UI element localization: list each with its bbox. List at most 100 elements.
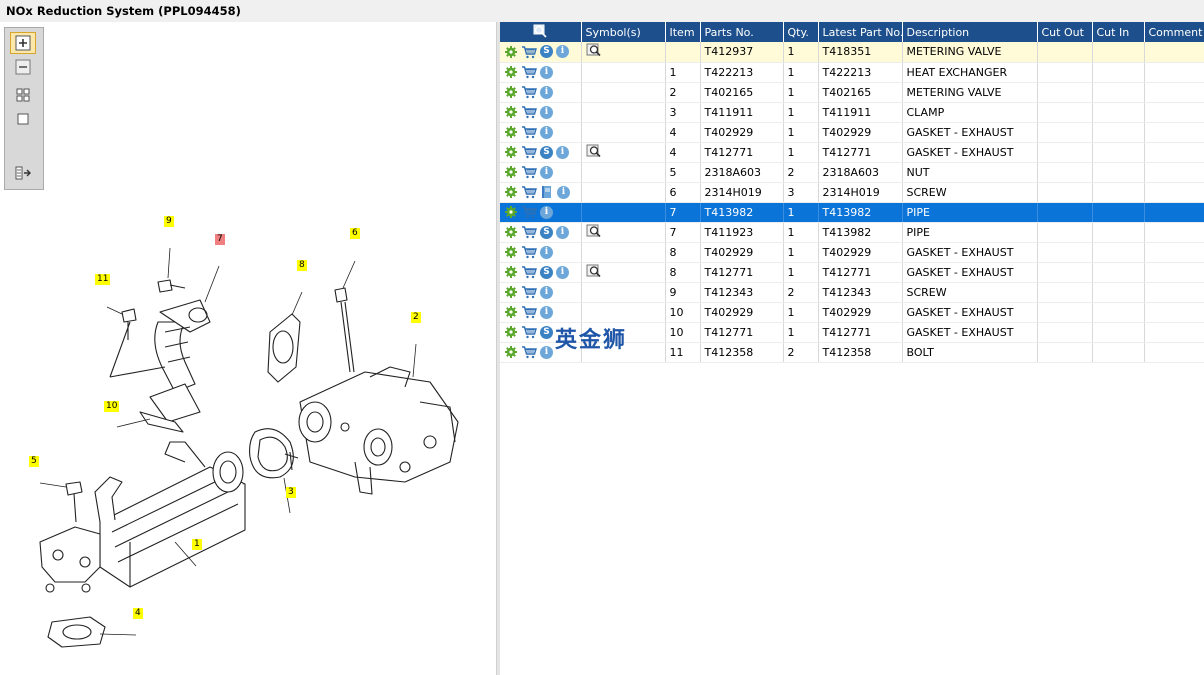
table-row[interactable]: i 4 T402929 1 T402929 GASKET - EXHAUST: [500, 122, 1204, 143]
quantity-cell: 1: [783, 302, 819, 323]
cart-icon[interactable]: [521, 245, 537, 259]
info-icon[interactable]: i: [556, 45, 569, 59]
symbols-cell: [581, 242, 666, 263]
gear-icon[interactable]: [504, 185, 518, 199]
gear-icon[interactable]: [504, 245, 518, 259]
info-icon[interactable]: i: [540, 165, 553, 179]
table-row[interactable]: Si 8 T412771 1 T412771 GASKET - EXHAUST: [500, 262, 1204, 283]
gear-icon[interactable]: [504, 285, 518, 299]
cart-icon[interactable]: [521, 305, 537, 319]
cart-icon[interactable]: [521, 125, 537, 139]
gear-icon[interactable]: [504, 265, 518, 279]
callout-7[interactable]: 7: [215, 234, 225, 245]
gear-icon[interactable]: [504, 65, 518, 79]
callout-5[interactable]: 5: [29, 456, 39, 467]
part-number-cell: T402165: [700, 82, 784, 103]
cart-icon[interactable]: [521, 145, 537, 159]
callout-6[interactable]: 6: [350, 228, 360, 239]
service-info-icon[interactable]: S: [540, 145, 553, 159]
table-row[interactable]: i 1 T422213 1 T422213 HEAT EXCHANGER: [500, 62, 1204, 83]
info-icon[interactable]: i: [540, 125, 553, 139]
info-icon[interactable]: i: [540, 245, 553, 259]
table-row[interactable]: i 2 T402165 1 T402165 METERING VALVE: [500, 82, 1204, 103]
cart-icon[interactable]: [521, 225, 537, 239]
column-header-latest-part-no[interactable]: Latest Part No.: [818, 22, 903, 42]
gear-icon[interactable]: [504, 145, 518, 159]
info-icon[interactable]: i: [557, 185, 570, 199]
gear-icon[interactable]: [504, 85, 518, 99]
callout-9[interactable]: 9: [164, 216, 174, 227]
column-header-item[interactable]: Item: [665, 22, 701, 42]
gear-icon[interactable]: [504, 165, 518, 179]
cart-icon[interactable]: [521, 185, 537, 199]
column-header-cut-out[interactable]: Cut Out: [1037, 22, 1093, 42]
cart-icon[interactable]: [521, 105, 537, 119]
callout-8[interactable]: 8: [297, 260, 307, 271]
column-header-symbols[interactable]: Symbol(s): [581, 22, 666, 42]
comment-cell: [1144, 222, 1204, 243]
callout-11[interactable]: 11: [95, 274, 111, 285]
comment-cell: [1144, 242, 1204, 263]
gear-icon[interactable]: [504, 45, 518, 59]
table-row[interactable]: i 5 2318A603 2 2318A603 NUT: [500, 162, 1204, 183]
info-icon[interactable]: i: [556, 225, 569, 239]
info-icon[interactable]: i: [540, 345, 553, 359]
info-icon[interactable]: i: [540, 285, 553, 299]
column-header-cut-in[interactable]: Cut In: [1092, 22, 1145, 42]
info-icon[interactable]: i: [540, 305, 553, 319]
column-header-description[interactable]: Description: [902, 22, 1038, 42]
table-row[interactable]: Si 7 T411923 1 T413982 PIPE: [500, 222, 1204, 243]
gear-icon[interactable]: [504, 225, 518, 239]
watermark-text: 英金狮: [555, 328, 628, 353]
magnifier-symbol-icon[interactable]: [586, 43, 602, 57]
gasket-part[interactable]: [47, 616, 106, 648]
cart-icon[interactable]: [521, 65, 537, 79]
table-row[interactable]: i 6 2314H019 3 2314H019 SCREW: [500, 182, 1204, 203]
table-row[interactable]: i 7 T413982 1 T413982 PIPE: [500, 202, 1204, 223]
info-icon[interactable]: i: [556, 145, 569, 159]
cart-icon[interactable]: [521, 325, 537, 339]
cart-icon[interactable]: [521, 345, 537, 359]
table-row[interactable]: Si T412937 1 T418351 METERING VALVE: [500, 42, 1204, 63]
column-header-comment[interactable]: Comment: [1144, 22, 1204, 42]
table-row[interactable]: i 8 T402929 1 T402929 GASKET - EXHAUST: [500, 242, 1204, 263]
service-info-icon[interactable]: S: [540, 225, 553, 239]
magnifier-symbol-icon[interactable]: [586, 224, 602, 238]
column-header-parts-no[interactable]: Parts No.: [700, 22, 784, 42]
cart-icon[interactable]: [521, 85, 537, 99]
callout-10[interactable]: 10: [104, 401, 120, 412]
callout-3[interactable]: 3: [286, 487, 296, 498]
info-icon[interactable]: i: [556, 265, 569, 279]
table-row[interactable]: i 10 T402929 1 T402929 GASKET - EXHAUST: [500, 302, 1204, 323]
column-header-qty[interactable]: Qty.: [783, 22, 819, 42]
callout-2[interactable]: 2: [411, 312, 421, 323]
info-icon[interactable]: i: [540, 65, 553, 79]
gear-icon[interactable]: [504, 105, 518, 119]
callout-4[interactable]: 4: [133, 608, 143, 619]
gear-icon[interactable]: [504, 345, 518, 359]
gear-icon[interactable]: [504, 205, 518, 219]
info-icon[interactable]: i: [540, 85, 553, 99]
magnifier-symbol-icon[interactable]: [586, 264, 602, 278]
cart-icon[interactable]: [521, 205, 537, 219]
cart-icon[interactable]: [521, 45, 537, 59]
info-icon[interactable]: i: [540, 105, 553, 119]
book-icon[interactable]: [540, 185, 554, 199]
table-row[interactable]: i 9 T412343 2 T412343 SCREW: [500, 282, 1204, 303]
cart-icon[interactable]: [521, 165, 537, 179]
callout-1[interactable]: 1: [192, 539, 202, 550]
table-row[interactable]: i 3 T411911 1 T411911 CLAMP: [500, 102, 1204, 123]
magnifier-symbol-icon[interactable]: [586, 144, 602, 158]
service-info-icon[interactable]: S: [540, 265, 553, 279]
cart-icon[interactable]: [521, 285, 537, 299]
service-info-icon[interactable]: S: [540, 45, 553, 59]
gear-icon[interactable]: [504, 305, 518, 319]
diagram-pane[interactable]: 9 7 6 8 11 2 10 5 3 1 4: [0, 22, 496, 675]
cart-icon[interactable]: [521, 265, 537, 279]
info-icon[interactable]: i: [540, 205, 553, 219]
service-info-icon[interactable]: S: [540, 325, 553, 339]
column-header-search[interactable]: [500, 22, 582, 42]
table-row[interactable]: Si 4 T412771 1 T412771 GASKET - EXHAUST: [500, 142, 1204, 163]
gear-icon[interactable]: [504, 125, 518, 139]
gear-icon[interactable]: [504, 325, 518, 339]
